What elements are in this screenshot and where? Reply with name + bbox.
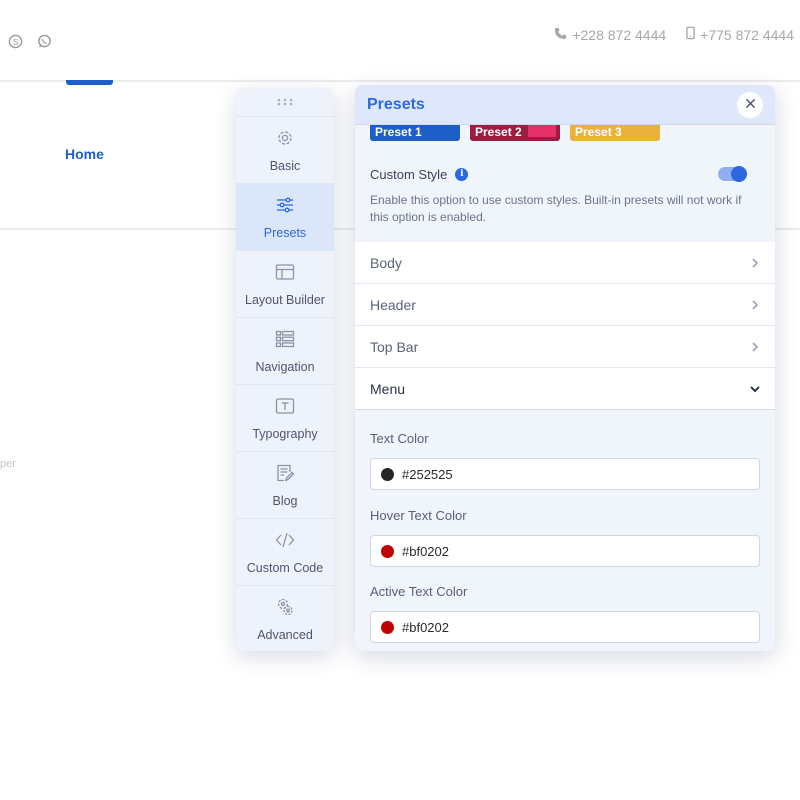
- section-top-bar[interactable]: Top Bar: [355, 326, 775, 368]
- preset-color-swatch: [528, 125, 556, 137]
- sidebar-item-label: Layout Builder: [245, 292, 325, 307]
- page: S +228 872 4444 +775 872 4444 Home per B…: [0, 0, 800, 800]
- drag-handle-icon[interactable]: [236, 88, 334, 116]
- sidebar-item-typography[interactable]: Typography: [236, 384, 334, 451]
- color-value: #bf0202: [402, 619, 449, 635]
- chevron-right-icon: [750, 339, 760, 355]
- sidebar-item-navigation[interactable]: Navigation: [236, 317, 334, 384]
- active-text-color-label: Active Text Color: [370, 584, 468, 599]
- custom-style-row: Custom Style i: [355, 164, 775, 184]
- custom-style-description: Enable this option to use custom styles.…: [370, 193, 742, 224]
- code-icon: [275, 530, 295, 553]
- blog-icon: [275, 463, 295, 486]
- sliders-icon: [275, 195, 295, 218]
- chevron-down-icon: [750, 381, 760, 397]
- advanced-gears-icon: [275, 597, 295, 620]
- preset-label: Preset 3: [575, 125, 622, 139]
- mobile-contact[interactable]: +775 872 4444: [686, 26, 794, 43]
- close-button[interactable]: [737, 91, 763, 118]
- sidebar-item-label: Basic: [269, 158, 301, 173]
- sidebar-item-custom-code[interactable]: Custom Code: [236, 518, 334, 585]
- sidebar-item-presets[interactable]: Presets: [236, 183, 334, 250]
- close-icon: [745, 96, 756, 114]
- panel-header: Presets: [355, 85, 775, 125]
- section-label: Body: [370, 254, 402, 271]
- chevron-right-icon: [750, 297, 760, 313]
- background-faint-text: per: [0, 458, 16, 470]
- text-color-field[interactable]: #252525: [370, 458, 760, 490]
- phone-number: +228 872 4444: [572, 26, 667, 43]
- chevron-right-icon: [750, 255, 760, 271]
- text-icon: [275, 396, 295, 419]
- skype-icon[interactable]: S: [8, 34, 23, 49]
- nav-active-indicator: [66, 80, 113, 85]
- sidebar-item-basic[interactable]: Basic: [236, 116, 334, 183]
- svg-text:S: S: [13, 37, 19, 47]
- sidebar-item-label: Typography: [252, 426, 318, 441]
- preset-3-button[interactable]: Preset 3: [570, 125, 660, 141]
- hover-text-color-label: Hover Text Color: [370, 508, 467, 523]
- sidebar-item-label: Custom Code: [246, 560, 324, 575]
- mobile-icon: [686, 26, 695, 43]
- phone-icon: [554, 27, 567, 43]
- menu-section-body: Text Color #252525 Hover Text Color #bf0…: [355, 431, 775, 643]
- social-links: S: [8, 34, 52, 49]
- section-header[interactable]: Header: [355, 284, 775, 326]
- preset-label: Preset 1: [375, 125, 422, 139]
- custom-style-toggle[interactable]: [718, 166, 747, 182]
- section-accordion: Body Header Top Bar Menu: [355, 242, 775, 410]
- info-icon[interactable]: i: [455, 167, 469, 181]
- section-body[interactable]: Body: [355, 242, 775, 284]
- active-text-color-field[interactable]: #bf0202: [370, 611, 760, 643]
- section-label: Header: [370, 296, 416, 313]
- panel-title: Presets: [367, 95, 425, 113]
- gear-icon: [275, 128, 295, 151]
- preset-1-button[interactable]: Preset 1: [370, 125, 460, 141]
- preset-2-button[interactable]: Preset 2: [470, 125, 560, 141]
- layout-icon: [275, 262, 295, 285]
- color-swatch[interactable]: [381, 544, 394, 558]
- preset-list: Preset 1 Preset 2 Preset 3: [370, 125, 775, 141]
- sidebar-item-label: Blog: [272, 493, 298, 508]
- sidebar-item-label: Advanced: [257, 627, 313, 642]
- sidebar-item-layout-builder[interactable]: Layout Builder: [236, 250, 334, 317]
- sidebar-item-label: Navigation: [255, 359, 315, 374]
- settings-sidebar: Basic Presets Layout Builder Navigation: [236, 88, 334, 651]
- hover-text-color-field[interactable]: #bf0202: [370, 535, 760, 567]
- whatsapp-icon[interactable]: [37, 34, 52, 49]
- mobile-number: +775 872 4444: [700, 26, 794, 43]
- color-swatch[interactable]: [381, 620, 394, 634]
- contact-info: +228 872 4444 +775 872 4444: [554, 26, 794, 43]
- list-icon: [275, 329, 295, 352]
- custom-style-label-group: Custom Style i: [370, 166, 469, 182]
- sidebar-item-label: Presets: [263, 225, 307, 240]
- toggle-knob: [731, 166, 747, 182]
- sidebar-item-blog[interactable]: Blog: [236, 451, 334, 518]
- section-label: Top Bar: [370, 338, 419, 355]
- preset-label: Preset 2: [475, 125, 522, 139]
- color-value: #252525: [402, 466, 453, 482]
- presets-panel: Presets Preset 1 Preset 2 Preset 3 Custo…: [355, 85, 775, 651]
- color-value: #bf0202: [402, 543, 449, 559]
- phone-contact[interactable]: +228 872 4444: [554, 26, 666, 43]
- text-color-label: Text Color: [370, 431, 429, 446]
- color-swatch[interactable]: [381, 467, 394, 481]
- sidebar-item-advanced[interactable]: Advanced: [236, 585, 334, 651]
- site-topbar: S +228 872 4444 +775 872 4444: [0, 0, 800, 82]
- section-label: Menu: [370, 380, 406, 397]
- home-link[interactable]: Home: [65, 146, 104, 162]
- section-menu[interactable]: Menu: [355, 368, 775, 410]
- custom-style-label: Custom Style: [370, 166, 448, 182]
